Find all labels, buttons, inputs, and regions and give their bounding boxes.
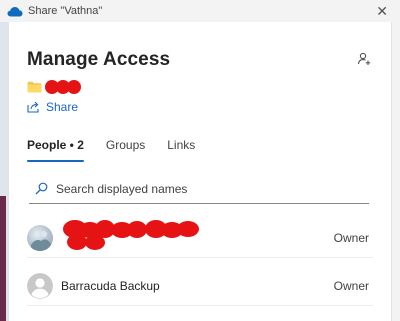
- onedrive-cloud-icon: [7, 6, 23, 16]
- person-name: Barracuda Backup: [61, 278, 160, 293]
- share-label: Share: [46, 100, 79, 114]
- people-list-item[interactable]: Owner: [27, 218, 373, 258]
- share-button[interactable]: Share: [27, 100, 78, 114]
- redacted-person-name: [53, 218, 203, 252]
- item-row: [27, 80, 81, 94]
- share-icon: [27, 101, 39, 113]
- tab-links[interactable]: Links: [167, 138, 195, 162]
- background-app-accent: [0, 196, 6, 321]
- search-input[interactable]: [54, 180, 358, 197]
- permission-role[interactable]: Owner: [334, 279, 369, 293]
- folder-icon: [27, 81, 42, 93]
- tab-people[interactable]: People • 2: [27, 138, 84, 162]
- permission-role[interactable]: Owner: [334, 231, 369, 245]
- search-box: [29, 174, 369, 204]
- avatar: [27, 224, 53, 251]
- person-add-icon[interactable]: [357, 52, 371, 66]
- window-title: Share "Vathna": [28, 5, 103, 17]
- share-dialog-window: Share "Vathna" ✕ Manage Access Share Peo…: [0, 0, 400, 321]
- background-app-strip: [0, 0, 8, 321]
- close-icon[interactable]: ✕: [376, 3, 388, 19]
- tab-bar: People • 2 Groups Links: [27, 138, 217, 162]
- tab-groups[interactable]: Groups: [106, 138, 145, 162]
- people-list-item[interactable]: Barracuda Backup Owner: [27, 266, 373, 306]
- manage-access-panel: Manage Access Share People • 2 Groups Li…: [8, 22, 392, 321]
- page-title: Manage Access: [27, 49, 171, 70]
- search-icon: [35, 182, 48, 195]
- generic-person-avatar-icon: [27, 272, 53, 299]
- redacted-item-name: [45, 80, 81, 94]
- title-bar: Share "Vathna" ✕: [0, 0, 400, 22]
